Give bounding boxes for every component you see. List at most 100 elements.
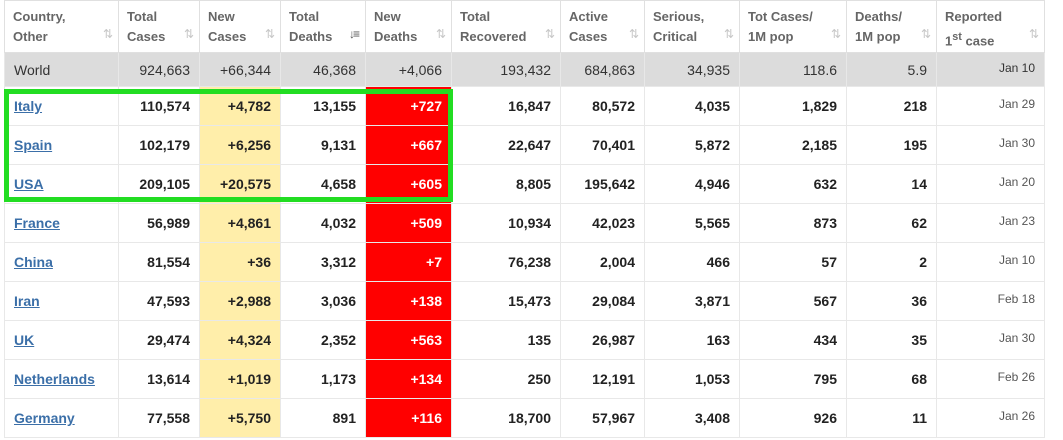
new-deaths-cell: +727 (365, 86, 452, 126)
active-cases-cell: 195,642 (560, 164, 645, 204)
total-cases-cell: 110,574 (118, 86, 200, 126)
table-row: Italy 110,574 +4,782 13,155 +727 16,847 … (4, 86, 1045, 126)
first-case-cell: Feb 18 (936, 281, 1045, 321)
stats-table-container: Country, Other ⇅ Total Cases ⇅ New Cases ⇅ Tot… (4, 0, 1045, 438)
sort-icon[interactable]: ⇅ (1029, 24, 1039, 44)
total-deaths-cell: 9,131 (280, 125, 366, 165)
active-cases-cell: 70,401 (560, 125, 645, 165)
country-cell: Spain (4, 125, 119, 165)
new-cases-cell: +6,256 (199, 125, 281, 165)
sort-icon[interactable]: ⇅ (265, 24, 275, 44)
cases-per-1m-cell: 57 (739, 242, 847, 282)
active-cases-cell: 57,967 (560, 398, 645, 438)
column-header-total-recovered[interactable]: Total Recovered ⇅ (451, 0, 561, 53)
country-link[interactable]: China (14, 254, 53, 270)
total-deaths-cell: 4,658 (280, 164, 366, 204)
total-deaths-cell: 891 (280, 398, 366, 438)
country-link[interactable]: Germany (14, 410, 75, 426)
first-case-cell: Jan 30 (936, 320, 1045, 360)
country-name: World (4, 52, 119, 87)
table-row: Netherlands 13,614 +1,019 1,173 +134 250… (4, 359, 1045, 399)
country-link[interactable]: France (14, 215, 60, 231)
new-cases-cell: +4,324 (199, 320, 281, 360)
total-recovered-cell: 250 (451, 359, 561, 399)
total-recovered-cell: 22,647 (451, 125, 561, 165)
country-link[interactable]: USA (14, 176, 44, 192)
table-row: France 56,989 +4,861 4,032 +509 10,934 4… (4, 203, 1045, 243)
total-cases-cell: 209,105 (118, 164, 200, 204)
first-case-cell: Jan 10 (936, 242, 1045, 282)
total-deaths-cell: 3,312 (280, 242, 366, 282)
cases-per-1m-cell: 567 (739, 281, 847, 321)
column-header-total-deaths[interactable]: Total Deaths ↓≡ (280, 0, 366, 53)
cases-per-1m-cell: 434 (739, 320, 847, 360)
country-link[interactable]: Spain (14, 137, 52, 153)
sort-icon[interactable]: ⇅ (831, 24, 841, 44)
new-deaths-cell: +563 (365, 320, 452, 360)
total-recovered-cell: 135 (451, 320, 561, 360)
column-header-cases-per-1m[interactable]: Tot Cases/1M pop ⇅ (739, 0, 847, 53)
table-row: Germany 77,558 +5,750 891 +116 18,700 57… (4, 398, 1045, 438)
first-case-cell: Jan 26 (936, 398, 1045, 438)
total-cases-cell: 29,474 (118, 320, 200, 360)
country-link[interactable]: Netherlands (14, 371, 95, 387)
column-header-first-case[interactable]: Reported 1st case ⇅ (936, 0, 1045, 53)
new-cases-cell: +2,988 (199, 281, 281, 321)
active-cases-cell: 29,084 (560, 281, 645, 321)
column-header-new-deaths[interactable]: New Deaths ⇅ (365, 0, 452, 53)
country-link[interactable]: UK (14, 332, 34, 348)
first-case-cell: Jan 23 (936, 203, 1045, 243)
country-link[interactable]: Italy (14, 98, 42, 114)
country-link[interactable]: Iran (14, 293, 40, 309)
first-case-cell: Feb 26 (936, 359, 1045, 399)
sort-desc-icon[interactable]: ↓≡ (349, 24, 360, 44)
total-deaths-cell: 4,032 (280, 203, 366, 243)
table-row: China 81,554 +36 3,312 +7 76,238 2,004 4… (4, 242, 1045, 282)
first-case-cell: Jan 10 (936, 52, 1045, 87)
serious-critical-cell: 163 (644, 320, 740, 360)
sort-icon[interactable]: ⇅ (436, 24, 446, 44)
total-deaths-cell: 2,352 (280, 320, 366, 360)
column-header-deaths-per-1m[interactable]: Deaths/1M pop ⇅ (846, 0, 937, 53)
new-cases-cell: +20,575 (199, 164, 281, 204)
column-header-serious-critical[interactable]: Serious, Critical ⇅ (644, 0, 740, 53)
total-cases-cell: 102,179 (118, 125, 200, 165)
column-header-total-cases[interactable]: Total Cases ⇅ (118, 0, 200, 53)
serious-critical-cell: 5,872 (644, 125, 740, 165)
deaths-per-1m-cell: 5.9 (846, 52, 937, 87)
cases-per-1m-cell: 795 (739, 359, 847, 399)
first-case-cell: Jan 29 (936, 86, 1045, 126)
sort-icon[interactable]: ⇅ (724, 24, 734, 44)
total-recovered-cell: 18,700 (451, 398, 561, 438)
sort-icon[interactable]: ⇅ (103, 24, 113, 44)
sort-icon[interactable]: ⇅ (921, 24, 931, 44)
sort-icon[interactable]: ⇅ (629, 24, 639, 44)
serious-critical-cell: 1,053 (644, 359, 740, 399)
cases-per-1m-cell: 1,829 (739, 86, 847, 126)
table-row: UK 29,474 +4,324 2,352 +563 135 26,987 1… (4, 320, 1045, 360)
sort-icon[interactable]: ⇅ (184, 24, 194, 44)
serious-critical-cell: 3,408 (644, 398, 740, 438)
column-header-new-cases[interactable]: New Cases ⇅ (199, 0, 281, 53)
cases-per-1m-cell: 873 (739, 203, 847, 243)
column-header-country[interactable]: Country, Other ⇅ (4, 0, 119, 53)
new-deaths-cell: +138 (365, 281, 452, 321)
cases-per-1m-cell: 2,185 (739, 125, 847, 165)
total-deaths-cell: 46,368 (280, 52, 366, 87)
new-cases-cell: +4,861 (199, 203, 281, 243)
sort-icon[interactable]: ⇅ (545, 24, 555, 44)
total-recovered-cell: 76,238 (451, 242, 561, 282)
total-cases-cell: 77,558 (118, 398, 200, 438)
new-deaths-cell: +667 (365, 125, 452, 165)
serious-critical-cell: 466 (644, 242, 740, 282)
total-recovered-cell: 10,934 (451, 203, 561, 243)
total-cases-cell: 47,593 (118, 281, 200, 321)
country-cell: China (4, 242, 119, 282)
serious-critical-cell: 4,946 (644, 164, 740, 204)
active-cases-cell: 684,863 (560, 52, 645, 87)
new-deaths-cell: +509 (365, 203, 452, 243)
new-deaths-cell: +4,066 (365, 52, 452, 87)
new-cases-cell: +4,782 (199, 86, 281, 126)
column-header-active-cases[interactable]: Active Cases ⇅ (560, 0, 645, 53)
total-deaths-cell: 1,173 (280, 359, 366, 399)
